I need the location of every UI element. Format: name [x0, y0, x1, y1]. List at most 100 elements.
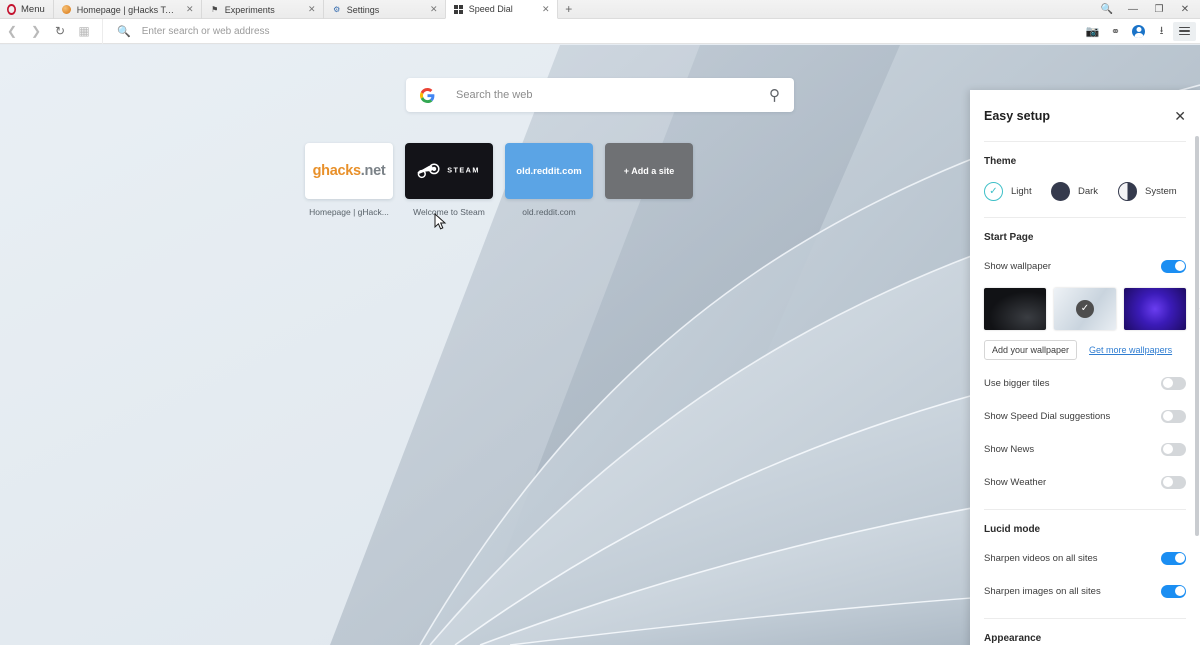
speed-dial-icon[interactable]: ▦: [72, 19, 96, 44]
reddit-logo: old.reddit.com: [516, 165, 582, 177]
add-site-label: + Add a site: [623, 166, 675, 176]
divider: [984, 217, 1186, 218]
show-wallpaper-toggle[interactable]: [1161, 259, 1186, 273]
speed-dial-suggestions-toggle[interactable]: [1161, 409, 1186, 423]
theme-label: Light: [1011, 186, 1032, 197]
tab-bar-spacer: [580, 0, 1094, 18]
url-input[interactable]: 🔍 Enter search or web address: [102, 18, 1081, 44]
check-icon: ✓: [984, 182, 1003, 201]
new-tab-button[interactable]: +: [558, 0, 580, 18]
sharpen-images-row[interactable]: Sharpen images on all sites: [984, 581, 1186, 601]
speed-dial-suggestions-row[interactable]: Show Speed Dial suggestions: [984, 406, 1186, 426]
snapshot-icon[interactable]: 📷: [1081, 19, 1104, 44]
get-more-wallpapers-link[interactable]: Get more wallpapers: [1089, 345, 1172, 355]
restore-icon[interactable]: ❐: [1146, 0, 1172, 19]
logo-primary: ghacks: [312, 163, 361, 179]
show-news-row[interactable]: Show News: [984, 439, 1186, 459]
opera-menu-button[interactable]: Menu: [0, 0, 53, 19]
show-news-toggle[interactable]: [1161, 442, 1186, 456]
wallpaper-dark[interactable]: [984, 288, 1046, 330]
easy-setup-panel: Easy setup ✕ Theme ✓ Light Dark System S…: [970, 90, 1200, 645]
tab-experiments[interactable]: ⚑ Experiments ✕: [200, 0, 323, 19]
close-icon[interactable]: ✕: [1172, 0, 1198, 19]
tile-thumbnail[interactable]: + Add a site: [605, 143, 693, 199]
sharpen-videos-toggle[interactable]: [1161, 551, 1186, 565]
mouse-cursor: [434, 213, 447, 230]
tab-bar: Menu Homepage | gHacks Tech... ✕ ⚑ Exper…: [0, 0, 1200, 19]
tab-title: Speed Dial: [468, 4, 513, 14]
option-label: Show Weather: [984, 476, 1047, 488]
theme-label: Dark: [1078, 186, 1099, 197]
add-a-site-tile[interactable]: + Add a site: [605, 143, 693, 217]
minimize-icon[interactable]: —: [1120, 0, 1146, 19]
sharpen-videos-row[interactable]: Sharpen videos on all sites: [984, 548, 1186, 568]
profile-avatar[interactable]: [1127, 19, 1150, 44]
tab-close-icon[interactable]: ✕: [185, 4, 195, 15]
option-label: Sharpen videos on all sites: [984, 552, 1098, 564]
wallpaper-purple[interactable]: [1124, 288, 1186, 330]
steam-logo-icon: STEAM: [417, 163, 480, 179]
theme-option-light[interactable]: ✓ Light: [984, 182, 1051, 201]
tab-settings[interactable]: ⚙ Settings ✕: [322, 0, 445, 19]
tab-close-icon[interactable]: ✕: [307, 4, 317, 15]
tab-homepage-ghacks[interactable]: Homepage | gHacks Tech... ✕: [52, 0, 201, 19]
show-weather-toggle[interactable]: [1161, 475, 1186, 489]
reload-icon[interactable]: ↻: [48, 19, 72, 44]
magnifier-icon[interactable]: ⚲: [769, 86, 780, 104]
tile-thumbnail[interactable]: STEAM: [405, 143, 493, 199]
option-label: Show wallpaper: [984, 260, 1052, 272]
browser-window: Menu Homepage | gHacks Tech... ✕ ⚑ Exper…: [0, 0, 1200, 645]
downloads-icon[interactable]: ⭳: [1150, 19, 1173, 44]
easy-setup-icon[interactable]: [1173, 21, 1196, 41]
speed-dial-tile-steam[interactable]: STEAM Welcome to Steam: [405, 143, 493, 217]
wallpaper-actions: Add your wallpaper Get more wallpapers: [984, 340, 1186, 360]
lucid-mode-section-title: Lucid mode: [984, 524, 1041, 535]
tile-thumbnail[interactable]: ghacks.net: [305, 143, 393, 199]
divider: [984, 618, 1186, 619]
divider: [984, 509, 1186, 510]
tab-close-icon[interactable]: ✕: [541, 4, 551, 15]
option-label: Show Speed Dial suggestions: [984, 410, 1111, 422]
system-swatch-icon: [1118, 182, 1137, 201]
panel-title: Easy setup: [984, 109, 1051, 123]
wallpaper-thumbnails: ✓ ›: [984, 288, 1200, 330]
tab-close-icon[interactable]: ✕: [429, 4, 439, 15]
divider: [984, 141, 1186, 142]
use-bigger-tiles-row[interactable]: Use bigger tiles: [984, 373, 1186, 393]
tab-title: Settings: [346, 4, 380, 15]
theme-option-dark[interactable]: Dark: [1051, 182, 1118, 201]
back-icon[interactable]: ❮: [0, 19, 24, 44]
show-weather-row[interactable]: Show Weather: [984, 472, 1186, 492]
speed-dial-page: Search the web ⚲ ghacks.net Homepage | g…: [0, 45, 1200, 645]
sharpen-images-toggle[interactable]: [1161, 584, 1186, 598]
google-logo-icon: [420, 87, 435, 103]
tab-title: Homepage | gHacks Tech...: [76, 4, 177, 15]
use-bigger-tiles-toggle[interactable]: [1161, 376, 1186, 390]
svg-text:STEAM: STEAM: [447, 165, 480, 174]
tile-label: old.reddit.com: [522, 207, 576, 217]
grid-icon: [454, 4, 464, 14]
forward-icon[interactable]: ❯: [24, 19, 48, 44]
tab-speed-dial[interactable]: Speed Dial ✕: [444, 0, 558, 19]
wallpaper-light-waves[interactable]: ✓: [1054, 288, 1116, 330]
start-page-section-title: Start Page: [984, 232, 1034, 243]
logo-secondary: .net: [360, 163, 386, 179]
theme-section-title: Theme: [984, 156, 1017, 167]
tile-thumbnail[interactable]: old.reddit.com: [505, 143, 593, 199]
theme-label: System: [1145, 186, 1177, 197]
close-icon[interactable]: ✕: [1174, 109, 1186, 123]
search-box[interactable]: Search the web ⚲: [406, 78, 794, 112]
opera-logo-icon: [6, 4, 17, 15]
theme-options: ✓ Light Dark System: [984, 182, 1186, 201]
search-icon: 🔍: [117, 25, 131, 38]
menu-label: Menu: [21, 4, 45, 15]
show-wallpaper-row[interactable]: Show wallpaper: [984, 256, 1186, 276]
panel-scrollbar[interactable]: [1195, 136, 1199, 536]
theme-option-system[interactable]: System: [1118, 182, 1185, 201]
speed-dial-tile-reddit[interactable]: old.reddit.com old.reddit.com: [505, 143, 593, 217]
vpn-icon[interactable]: ⚭: [1104, 19, 1127, 44]
search-icon[interactable]: 🔍: [1094, 0, 1120, 19]
add-your-wallpaper-button[interactable]: Add your wallpaper: [984, 340, 1078, 360]
url-placeholder: Enter search or web address: [141, 25, 270, 37]
speed-dial-tile-ghacks[interactable]: ghacks.net Homepage | gHack...: [305, 143, 393, 217]
